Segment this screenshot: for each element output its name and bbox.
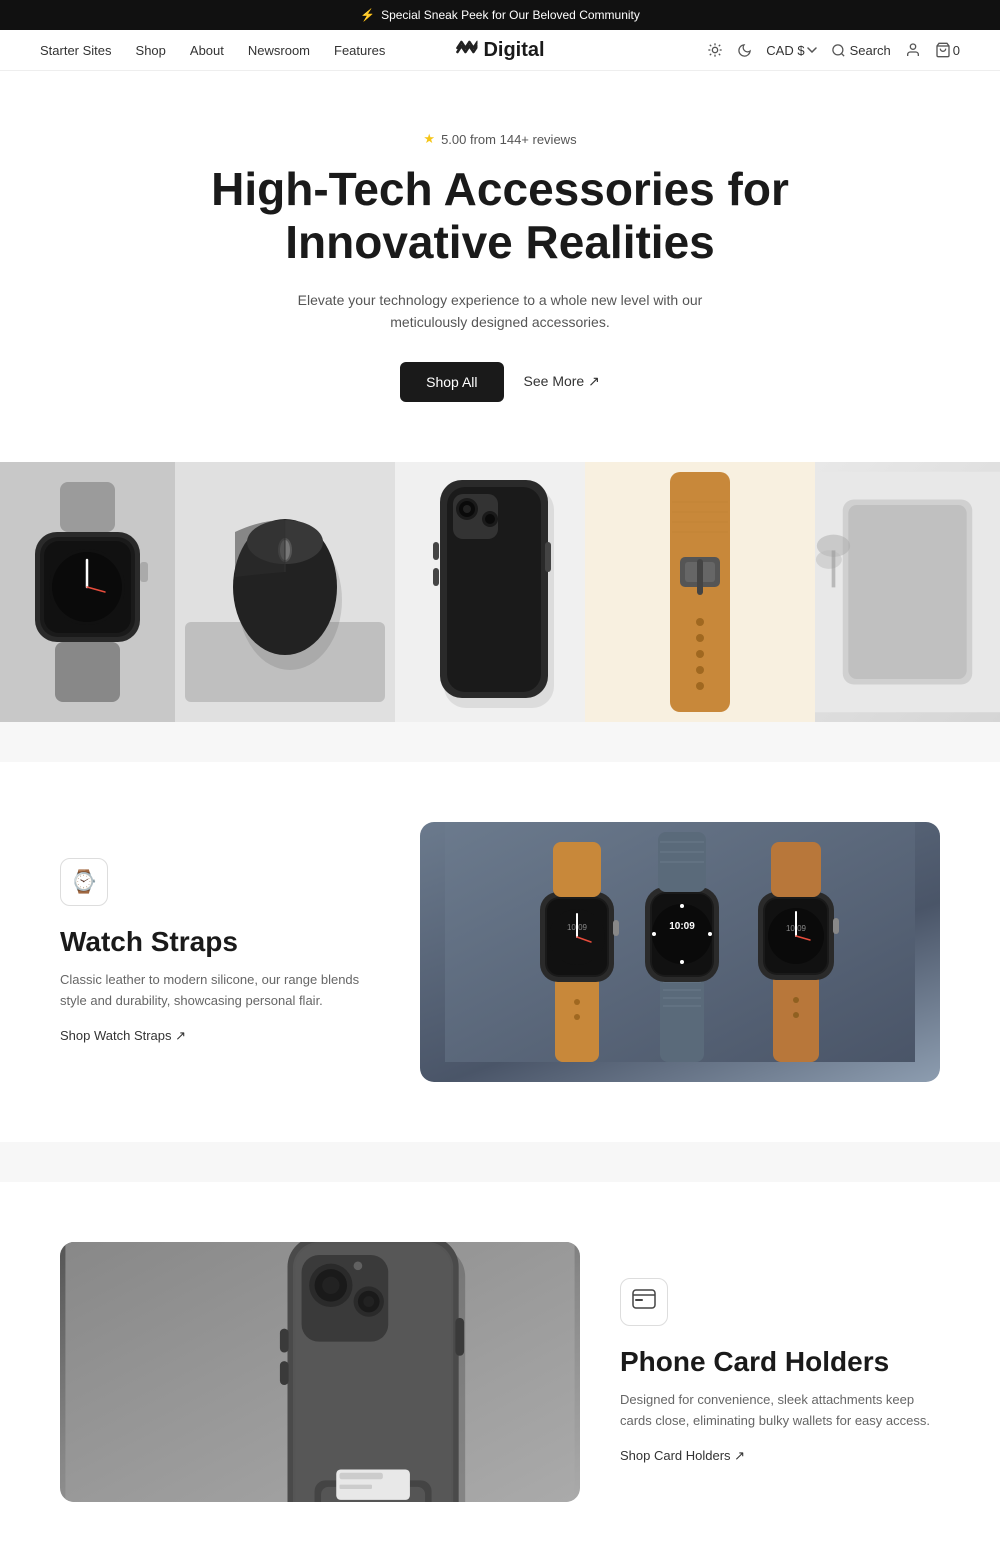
lightning-icon: ⚡ (360, 8, 375, 22)
section-divider-2 (0, 1142, 1000, 1182)
hero-headline-line2: Innovative Realities (285, 216, 715, 268)
nav-right: CAD $ Search 0 (707, 42, 960, 58)
watch-straps-info: ⌚ Watch Straps Classic leather to modern… (60, 858, 380, 1046)
product-item-mouse[interactable] (175, 462, 395, 722)
product-item-misc[interactable] (815, 462, 1000, 722)
phone-card-icon-box (620, 1278, 668, 1326)
announcement-text: Special Sneak Peek for Our Beloved Commu… (381, 8, 640, 22)
watch-straps-shop-link[interactable]: Shop Watch Straps ↗ (60, 1028, 186, 1044)
phone-card-holders-info: Phone Card Holders Designed for convenie… (620, 1278, 940, 1466)
search-button[interactable]: Search (831, 43, 891, 58)
nav-shop[interactable]: Shop (136, 43, 166, 58)
hero-section: ★ 5.00 from 144+ reviews High-Tech Acces… (0, 71, 1000, 442)
header: Starter Sites Shop About Newsroom Featur… (0, 30, 1000, 71)
moon-icon[interactable] (737, 43, 752, 58)
cart-count: 0 (953, 43, 960, 58)
stars-icon: ★ (423, 131, 435, 147)
currency-selector[interactable]: CAD $ (766, 43, 816, 58)
sun-icon[interactable] (707, 42, 723, 58)
watch-straps-visual: 10:09 (420, 822, 940, 1082)
phone-card-title: Phone Card Holders (620, 1346, 940, 1378)
phone-card-holders-image (60, 1242, 580, 1502)
cart-button[interactable]: 0 (935, 42, 960, 58)
logo-icon (455, 39, 477, 62)
account-icon[interactable] (905, 42, 921, 58)
watch-straps-desc: Classic leather to modern silicone, our … (60, 970, 380, 1012)
watch-straps-section: ⌚ Watch Straps Classic leather to modern… (0, 762, 1000, 1142)
watch-straps-icon-box: ⌚ (60, 858, 108, 906)
svg-text:10:09: 10:09 (669, 921, 695, 932)
logo[interactable]: Digital (455, 39, 544, 62)
watch-straps-title: Watch Straps (60, 926, 380, 958)
phone-card-shop-link[interactable]: Shop Card Holders ↗ (620, 1448, 745, 1464)
hero-subtext: Elevate your technology experience to a … (290, 289, 710, 334)
nav-starter-sites[interactable]: Starter Sites (40, 43, 112, 58)
shop-all-button[interactable]: Shop All (400, 362, 503, 402)
product-item-watch[interactable] (0, 462, 175, 722)
see-more-link[interactable]: See More ↗ (524, 373, 600, 390)
phone-card-desc: Designed for convenience, sleek attachme… (620, 1390, 940, 1432)
product-strip (0, 462, 1000, 722)
nav-newsroom[interactable]: Newsroom (248, 43, 310, 58)
product-item-phonecase[interactable] (395, 462, 585, 722)
hero-rating: ★ 5.00 from 144+ reviews (20, 131, 980, 147)
card-icon (632, 1289, 656, 1315)
hero-buttons: Shop All See More ↗ (20, 362, 980, 402)
nav-left: Starter Sites Shop About Newsroom Featur… (40, 43, 385, 58)
hero-headline: High-Tech Accessories for Innovative Rea… (200, 163, 800, 269)
watch-straps-image: 10:09 (420, 822, 940, 1082)
announcement-bar: ⚡ Special Sneak Peek for Our Beloved Com… (0, 0, 1000, 30)
section-divider (0, 722, 1000, 762)
logo-text: Digital (483, 39, 544, 62)
nav-about[interactable]: About (190, 43, 224, 58)
phone-card-holders-section: Phone Card Holders Designed for convenie… (0, 1182, 1000, 1562)
product-item-strap[interactable] (585, 462, 815, 722)
nav-features[interactable]: Features (334, 43, 385, 58)
rating-text: 5.00 from 144+ reviews (441, 132, 576, 147)
phone-card-visual (60, 1242, 580, 1502)
hero-headline-line1: High-Tech Accessories for (211, 163, 789, 215)
watch-icon: ⌚ (70, 869, 97, 895)
